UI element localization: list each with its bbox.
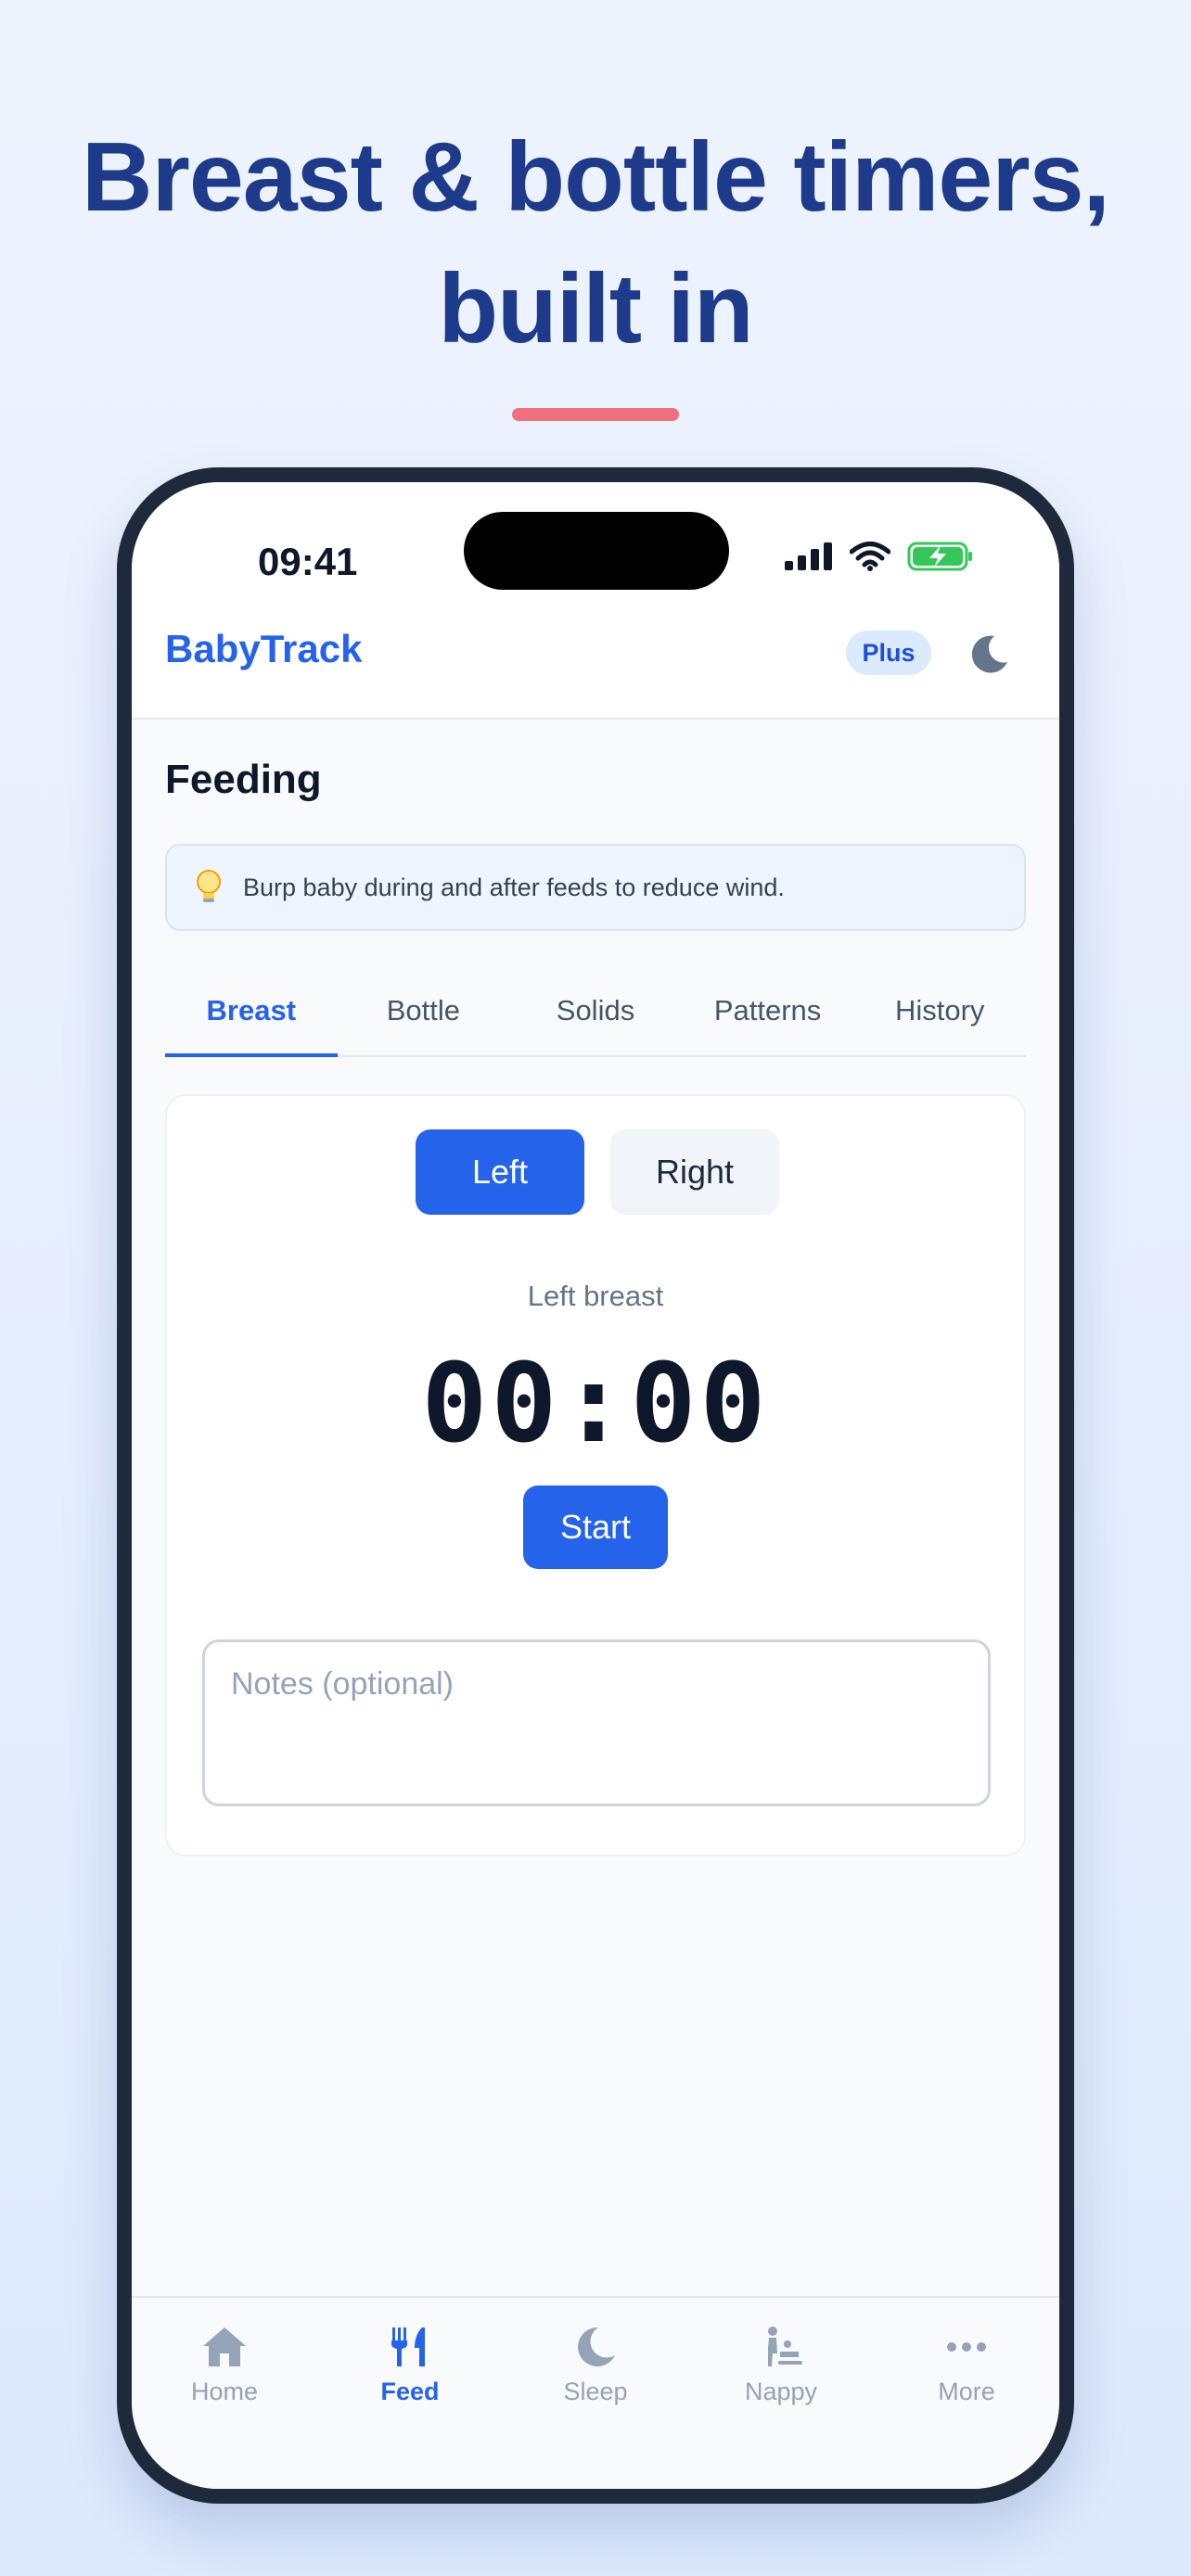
nav-feed[interactable]: Feed — [317, 2298, 503, 2489]
nav-nappy[interactable]: Nappy — [688, 2298, 874, 2489]
notes-input[interactable] — [202, 1639, 991, 1806]
start-button[interactable]: Start — [523, 1486, 668, 1569]
fork-knife-icon — [391, 2327, 425, 2366]
nav-sleep[interactable]: Sleep — [503, 2298, 688, 2489]
phone-screen: 09:41 BabyTrack Plus Feeding Burp baby d… — [132, 482, 1059, 2489]
feeding-tabs: Breast Bottle Solids Patterns History — [165, 979, 1026, 1057]
bottom-nav: Home Feed Sleep Nappy More — [132, 2296, 1059, 2489]
nav-home[interactable]: Home — [132, 2298, 317, 2489]
tab-bottle[interactable]: Bottle — [338, 979, 510, 1055]
tip-banner: Burp baby during and after feeds to redu… — [165, 844, 1026, 931]
headline-line-2: built in — [438, 254, 753, 363]
lightbulb-icon — [197, 870, 221, 902]
app-title[interactable]: BabyTrack — [165, 627, 362, 671]
baby-changing-icon — [768, 2327, 802, 2366]
timer-label: Left breast — [527, 1280, 664, 1312]
tab-history[interactable]: History — [853, 979, 1026, 1055]
tab-patterns[interactable]: Patterns — [682, 979, 854, 1055]
dynamic-island — [464, 512, 729, 590]
home-icon — [203, 2327, 246, 2366]
page-title: Feeding — [165, 757, 322, 802]
dark-mode-toggle[interactable] — [967, 631, 1013, 677]
left-side-button[interactable]: Left — [416, 1129, 584, 1215]
tab-breast[interactable]: Breast — [165, 979, 338, 1057]
nav-feed-label: Feed — [380, 2378, 440, 2405]
right-side-button[interactable]: Right — [610, 1129, 779, 1215]
nav-sleep-label: Sleep — [563, 2378, 628, 2405]
phone-frame: 09:41 BabyTrack Plus Feeding Burp baby d… — [117, 467, 1074, 2504]
nav-home-label: Home — [190, 2378, 259, 2405]
nav-more-label: More — [938, 2378, 995, 2405]
nav-more[interactable]: More — [874, 2298, 1059, 2489]
headline-line-1: Breast & bottle timers, — [82, 122, 1110, 232]
cellular-signal-icon — [785, 542, 832, 570]
plus-badge[interactable]: Plus — [846, 631, 931, 675]
status-icons — [785, 542, 974, 571]
moon-icon — [578, 2327, 615, 2366]
promo-headline: Breast & bottle timers, built in — [0, 111, 1191, 375]
wifi-icon — [850, 542, 890, 571]
status-time: 09:41 — [258, 540, 358, 583]
nav-nappy-label: Nappy — [744, 2378, 818, 2405]
timer-display: 00:00 — [421, 1339, 770, 1467]
headline-underline — [512, 408, 679, 421]
more-dots-icon — [947, 2342, 986, 2352]
battery-charging-icon — [907, 542, 972, 571]
tip-text: Burp baby during and after feeds to redu… — [243, 873, 785, 901]
moon-icon — [971, 635, 1007, 673]
tab-solids[interactable]: Solids — [509, 979, 682, 1055]
breast-timer-card: Left Right Left breast 00:00 Start — [165, 1094, 1026, 1856]
